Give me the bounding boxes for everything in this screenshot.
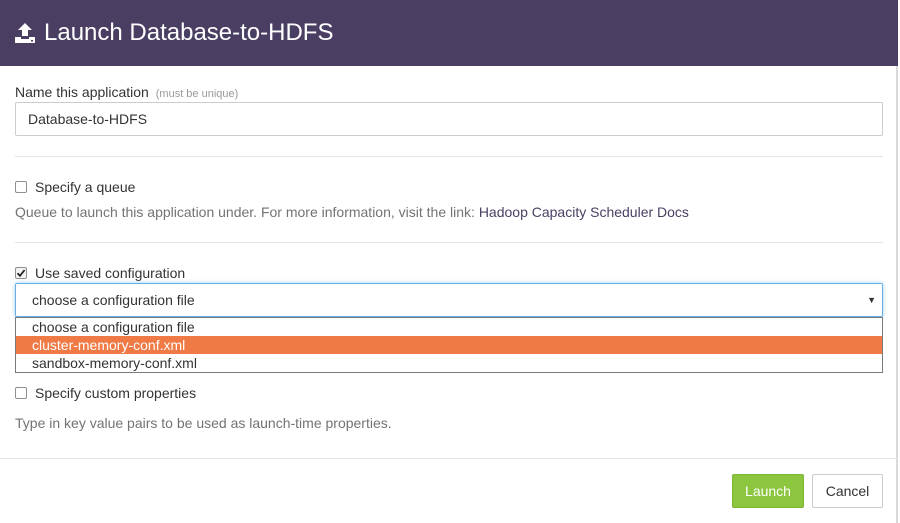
footer-divider [0,458,898,459]
queue-checkbox-row[interactable]: Specify a queue [15,179,135,195]
saved-config-checkbox[interactable] [15,267,27,279]
saved-config-checkbox-row[interactable]: Use saved configuration [15,265,185,281]
config-file-dropdown: choose a configuration file cluster-memo… [15,317,883,373]
queue-checkbox[interactable] [15,181,27,193]
config-option[interactable]: cluster-memory-conf.xml [16,336,882,354]
section-divider [15,156,883,157]
section-divider [15,242,883,243]
config-file-select[interactable]: choose a configuration file ▼ [15,283,883,317]
config-select-value: choose a configuration file [32,292,195,308]
upload-icon [14,22,36,44]
queue-checkbox-label: Specify a queue [35,179,136,195]
app-name-label-text: Name this application [15,84,149,100]
queue-help-text: Queue to launch this application under. … [15,204,479,220]
app-name-input[interactable] [15,102,883,136]
hadoop-docs-link[interactable]: Hadoop Capacity Scheduler Docs [479,204,689,220]
dropdown-arrow-icon: ▼ [867,295,876,305]
saved-config-label: Use saved configuration [35,265,186,281]
config-option[interactable]: sandbox-memory-conf.xml [16,354,882,372]
dialog-header: Launch Database-to-HDFS [0,0,898,66]
config-option[interactable]: choose a configuration file [16,318,882,336]
launch-dialog: Launch Database-to-HDFS Name this applic… [0,0,898,523]
custom-props-checkbox-row[interactable]: Specify custom properties [15,385,196,401]
app-name-label: Name this application (must be unique) [15,84,238,100]
launch-button[interactable]: Launch [732,474,804,508]
dialog-title: Launch Database-to-HDFS [44,19,334,46]
custom-props-help: Type in key value pairs to be used as la… [15,415,392,431]
checkmark-icon [16,269,26,278]
app-name-hint: (must be unique) [155,88,239,100]
cancel-button[interactable]: Cancel [812,474,883,508]
custom-props-checkbox[interactable] [15,387,27,399]
custom-props-label: Specify custom properties [35,385,197,401]
queue-help: Queue to launch this application under. … [15,204,689,220]
